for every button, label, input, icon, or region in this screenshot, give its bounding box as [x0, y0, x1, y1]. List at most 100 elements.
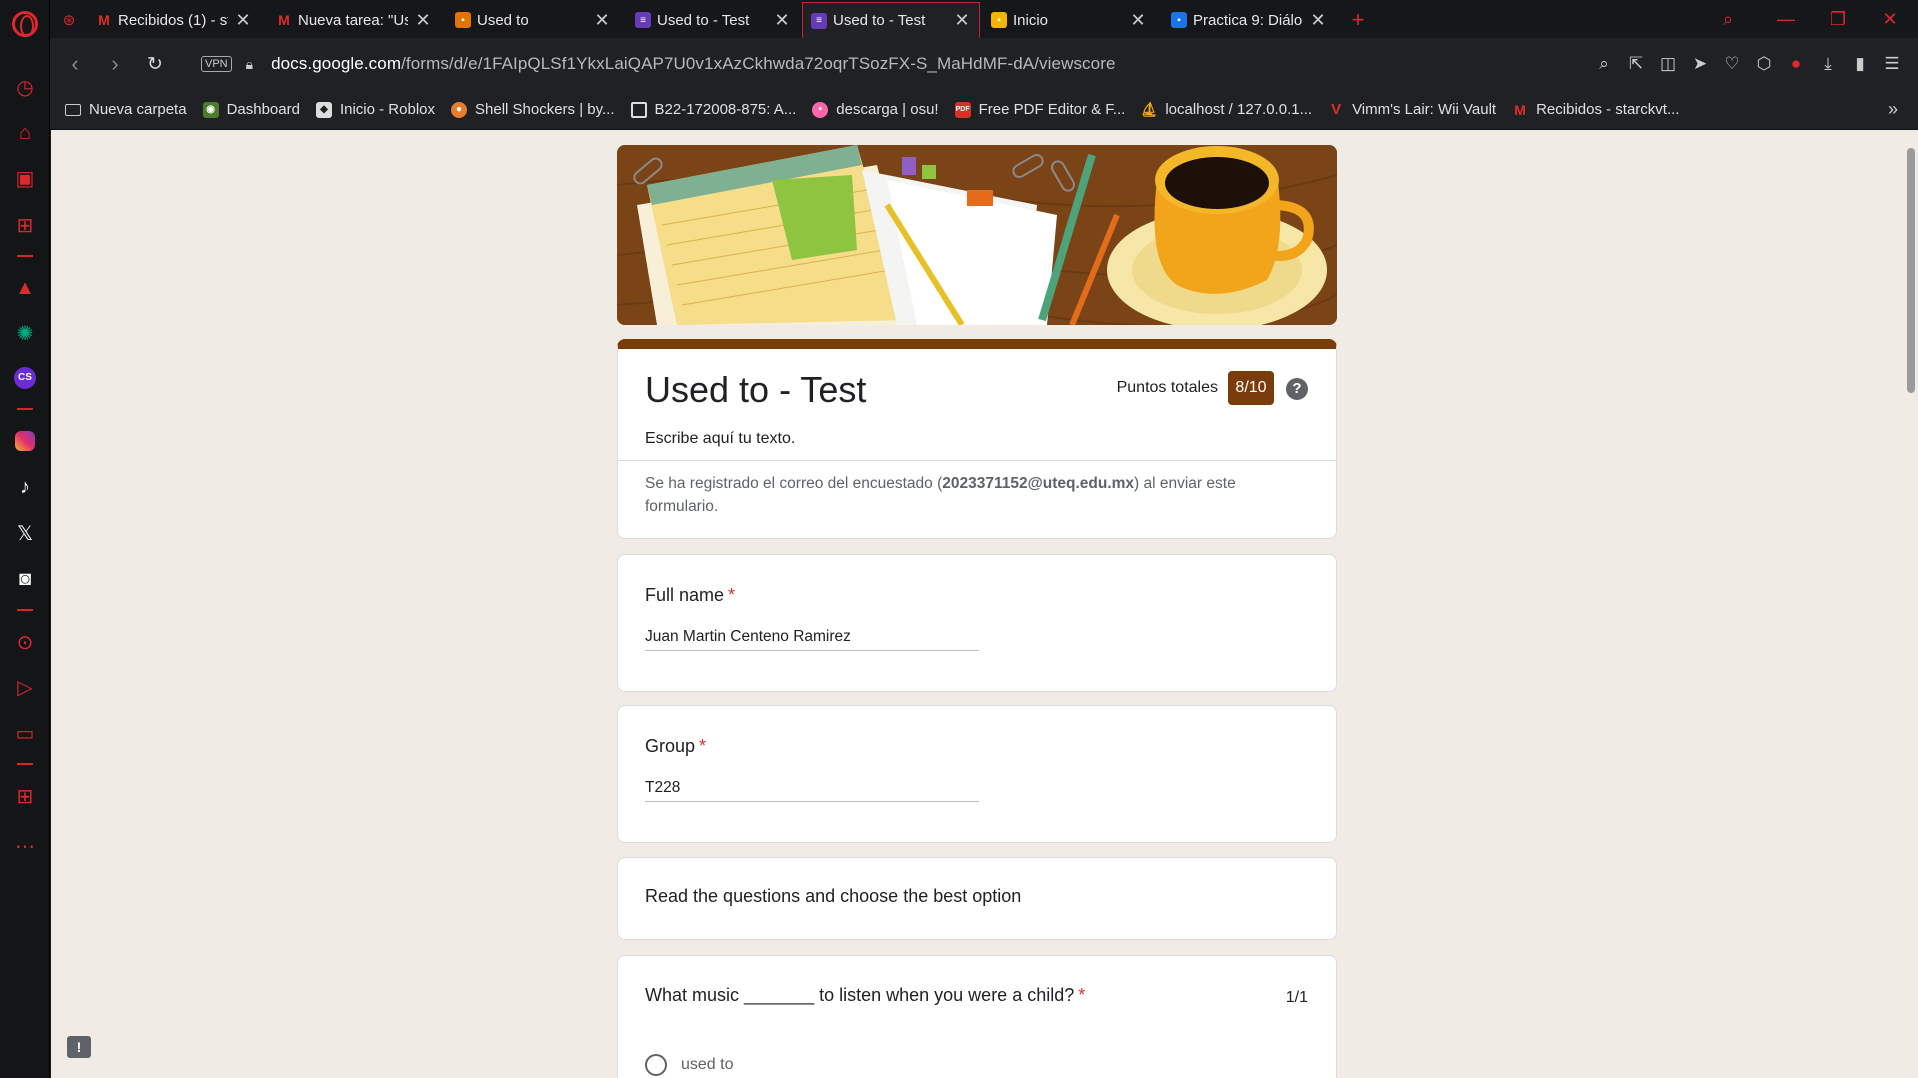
tab-forms-active[interactable]: ≡ Used to - Test ✕ — [802, 2, 980, 38]
tab-title: Used to - Test — [657, 11, 750, 29]
opera-sidebar: ◷ ⌂ ▣ ⊞ ▲ ✺ CS ♪ 𝕏 ◙ ⊙ ▷ ▭ ⊞ ⋯ — [0, 0, 50, 1078]
flow-icon[interactable]: ▷ — [0, 667, 50, 707]
tab-classroom-inicio[interactable]: ▪ Inicio ✕ — [983, 2, 1155, 38]
bookmark-folder[interactable]: Nueva carpeta — [65, 101, 187, 118]
bookmark-item[interactable]: ⛵︎ localhost / 127.0.0.1... — [1140, 101, 1313, 118]
discord-icon[interactable]: ◙ — [0, 559, 50, 599]
question-title: Group * — [645, 736, 706, 757]
extensions-icon[interactable]: ⊞ — [0, 776, 50, 816]
required-marker: * — [728, 585, 736, 605]
browser-window: ◷ ⌂ ▣ ⊞ ▲ ✺ CS ♪ 𝕏 ◙ ⊙ ▷ ▭ ⊞ ⋯ ⊛ M Recib… — [0, 0, 1918, 1078]
reload-button[interactable]: ↻ — [135, 44, 175, 84]
scrollbar-thumb[interactable] — [1907, 148, 1915, 393]
shopping-icon[interactable]: ⌂ — [0, 113, 50, 153]
group-answer: T228 — [645, 779, 979, 802]
doc-icon — [630, 101, 647, 118]
snapshot-icon[interactable]: ◫ — [1652, 44, 1684, 84]
tab-title: Recibidos (1) - starckvt — [118, 11, 228, 29]
osu-icon: • — [812, 101, 829, 118]
wallet-icon[interactable]: ▭ — [0, 713, 50, 753]
tiktok-icon[interactable]: ♪ — [0, 467, 50, 507]
battery-icon[interactable]: ▮ — [1844, 44, 1876, 84]
search-in-page-icon[interactable]: ⌕ — [1588, 44, 1620, 84]
adobe-icon[interactable]: ▲ — [0, 268, 50, 308]
bookmark-label: Shell Shockers | by... — [475, 101, 615, 118]
bookmark-item[interactable]: • descarga | osu! — [812, 101, 939, 118]
forward-button[interactable]: › — [95, 44, 135, 84]
twitch-icon[interactable]: ▣ — [0, 158, 50, 198]
sidebar-divider — [17, 763, 33, 765]
bookmark-item[interactable]: M Recibidos - starckvt... — [1512, 101, 1679, 118]
dashboard-icon: ◉ — [202, 101, 219, 118]
back-button[interactable]: ‹ — [55, 44, 95, 84]
tab-classroom-used-to[interactable]: ▪ Used to ✕ — [447, 2, 619, 38]
close-icon[interactable]: ✕ — [1129, 10, 1147, 31]
vpn-badge[interactable]: VPN — [201, 56, 232, 72]
chatgpt-icon[interactable]: ✺ — [0, 313, 50, 353]
player-icon[interactable]: ⊙ — [0, 622, 50, 662]
more-icon[interactable]: ⋯ — [0, 826, 50, 866]
close-icon[interactable]: ✕ — [1309, 10, 1327, 31]
opera-logo-icon[interactable] — [12, 11, 38, 37]
page-scrollbar[interactable] — [1904, 130, 1918, 1078]
form-description: Escribe aquí tu texto. — [645, 430, 796, 447]
bookmark-label: Dashboard — [226, 101, 300, 118]
question-text: Full name — [645, 585, 725, 605]
bookmark-item[interactable]: ● Shell Shockers | by... — [451, 101, 615, 118]
tab-gmail-task[interactable]: M Nueva tarea: "Used to" ✕ — [268, 2, 440, 38]
total-points-label: Puntos totales — [1116, 379, 1218, 396]
tab-search-icon[interactable]: ⌕ — [1708, 0, 1748, 38]
close-window-button[interactable]: ✕ — [1870, 0, 1910, 38]
form-title-card: Used to - Test Puntos totales 8/10 ? Esc… — [617, 339, 1337, 539]
help-icon[interactable]: ? — [1286, 378, 1308, 400]
instagram-icon[interactable] — [0, 421, 50, 461]
share-icon[interactable]: ⇱ — [1620, 44, 1652, 84]
new-tab-button[interactable]: + — [1343, 2, 1373, 38]
cs-icon[interactable]: CS — [0, 358, 50, 398]
bookmark-label: Recibidos - starckvt... — [1536, 101, 1680, 118]
bookmark-item[interactable]: B22-172008-875: A... — [630, 101, 796, 118]
restore-button[interactable]: ❐ — [1818, 0, 1858, 38]
close-icon[interactable]: ✕ — [953, 10, 971, 31]
tab-bar: ⊛ M Recibidos (1) - starckvt ✕ M Nueva t… — [50, 0, 1918, 38]
bookmarks-bar: Nueva carpeta ◉ Dashboard ◆ Inicio - Roblo… — [50, 90, 1918, 130]
cube-icon[interactable]: ⬡ — [1748, 44, 1780, 84]
form-header-image — [617, 145, 1337, 325]
sidebar-divider — [17, 255, 33, 257]
minimize-button[interactable]: — — [1766, 0, 1806, 38]
question-card-full-name: Full name * Juan Martin Centeno Ramirez — [617, 554, 1337, 692]
tab-forms-1[interactable]: ≡ Used to - Test ✕ — [627, 2, 799, 38]
tab-practica[interactable]: ▪ Practica 9: Diálogos ✕ — [1163, 2, 1335, 38]
aria-icon[interactable]: ⊞ — [0, 205, 50, 245]
bookmark-item[interactable]: PDF Free PDF Editor & F... — [954, 101, 1125, 118]
close-icon[interactable]: ✕ — [773, 10, 791, 31]
close-icon[interactable]: ✕ — [593, 10, 611, 31]
heart-icon[interactable]: ♡ — [1716, 44, 1748, 84]
lock-icon[interactable]: 🔒︎ — [246, 56, 253, 73]
toolbar-icons: ⌕ ⇱ ◫ ➤ ♡ ⬡ ● ⤓ ▮ ☰ — [1588, 38, 1918, 90]
settings-menu-icon[interactable]: ☰ — [1876, 44, 1908, 84]
report-feedback-icon[interactable]: ! — [67, 1036, 91, 1058]
download-icon[interactable]: ⤓ — [1812, 44, 1844, 84]
send-icon[interactable]: ➤ — [1684, 44, 1716, 84]
bookmark-item[interactable]: V Vimm's Lair: Wii Vault — [1328, 101, 1496, 118]
close-icon[interactable]: ✕ — [234, 10, 252, 31]
url-field[interactable]: docs.google.com/forms/d/e/1FAIpQLSf1YkxL… — [271, 54, 1115, 74]
gx-corner-icon[interactable]: ⊛ — [50, 2, 88, 38]
required-marker: * — [699, 736, 707, 756]
bookmarks-overflow-icon[interactable]: » — [1888, 99, 1898, 120]
required-marker: * — [1078, 985, 1086, 1005]
full-name-answer: Juan Martin Centeno Ramirez — [645, 628, 979, 651]
speed-dial-icon[interactable]: ◷ — [0, 67, 50, 107]
close-icon[interactable]: ✕ — [414, 10, 432, 31]
bookmark-item[interactable]: ◉ Dashboard — [202, 101, 300, 118]
tab-gmail-inbox[interactable]: M Recibidos (1) - starckvt ✕ — [88, 2, 260, 38]
section-instructions-card: Read the questions and choose the best o… — [617, 857, 1337, 940]
option-label: used to — [681, 1056, 734, 1073]
bookmark-item[interactable]: ◆ Inicio - Roblox — [315, 101, 435, 118]
profile-icon[interactable]: ● — [1780, 44, 1812, 84]
bookmark-label: Nueva carpeta — [89, 101, 187, 118]
bookmark-label: localhost / 127.0.0.1... — [1165, 101, 1313, 118]
question-text: What music _______ to listen when you we… — [645, 985, 1075, 1005]
x-twitter-icon[interactable]: 𝕏 — [0, 513, 50, 553]
